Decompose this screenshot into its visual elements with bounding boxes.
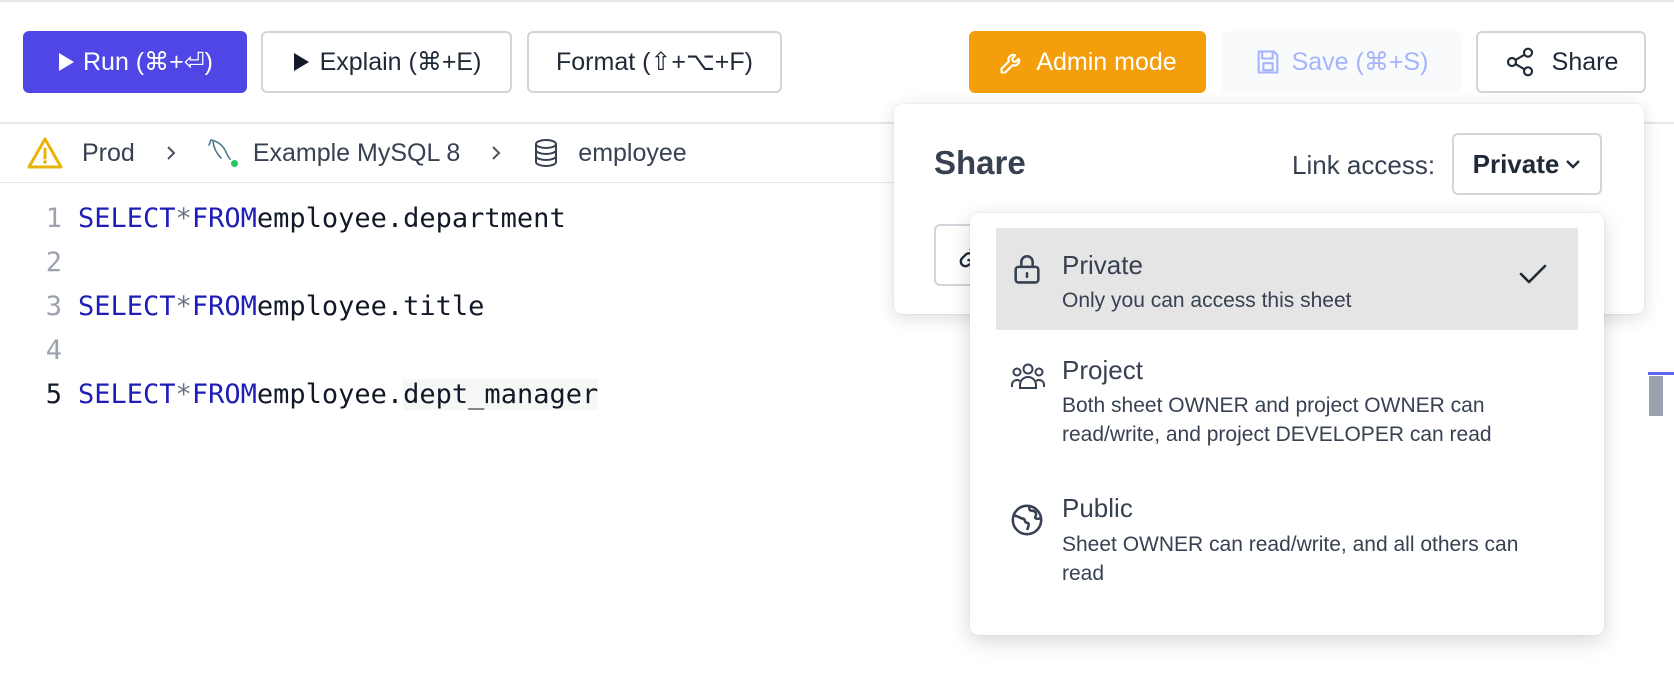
sql-keyword: SELECT: [78, 378, 176, 410]
breadcrumb-environment[interactable]: Prod: [26, 136, 135, 170]
option-description: Only you can access this sheet: [1062, 289, 1352, 312]
option-description-line: read: [1062, 562, 1105, 585]
explain-button-label: Explain (⌘+E): [319, 48, 482, 76]
save-icon: [1254, 48, 1282, 76]
scrollbar-thumb[interactable]: [1649, 376, 1663, 416]
link-access-select[interactable]: Private: [1452, 133, 1602, 195]
option-description-line: read/write, and project DEVELOPER can re…: [1062, 423, 1492, 446]
sql-operator: *: [175, 290, 192, 322]
code-line[interactable]: 1 SELECT * FROM employee.department: [0, 196, 566, 240]
share-button-label: Share: [1551, 47, 1619, 76]
run-button-label: Run (⌘+⏎): [82, 48, 213, 76]
line-number: 5: [45, 378, 62, 410]
link-access-value: Private: [1472, 148, 1560, 179]
line-number: 4: [45, 334, 62, 366]
play-icon: [57, 52, 75, 72]
code-line[interactable]: 3 SELECT * FROM employee.title: [0, 284, 485, 328]
option-description: Both sheet OWNER and project OWNER can r…: [1062, 391, 1562, 449]
sql-operator: *: [175, 202, 192, 234]
line-number: 2: [45, 246, 62, 278]
mysql-dolphin-icon: [207, 136, 240, 170]
breadcrumb-database[interactable]: employee: [532, 138, 687, 168]
warning-icon: [26, 136, 64, 170]
code-line[interactable]: 4: [0, 328, 78, 372]
globe-icon: [1010, 503, 1044, 542]
scroll-indicator-line: [1648, 372, 1674, 375]
sql-table-name: employee.: [256, 378, 404, 410]
breadcrumb-instance[interactable]: Example MySQL 8: [207, 136, 460, 170]
option-description-line: Sheet OWNER can read/write, and all othe…: [1062, 533, 1519, 556]
connection-status-dot: [228, 158, 240, 169]
sql-keyword: FROM: [191, 378, 257, 410]
access-option-private[interactable]: Private Only you can access this sheet: [996, 228, 1578, 330]
sql-table-name: employee.title: [256, 290, 485, 322]
sql-keyword: SELECT: [78, 290, 176, 322]
admin-mode-button[interactable]: Admin mode: [969, 31, 1206, 93]
option-title: Public: [1062, 493, 1133, 523]
instance-label: Example MySQL 8: [252, 138, 461, 167]
admin-mode-label: Admin mode: [1036, 47, 1177, 76]
save-button[interactable]: Save (⌘+S): [1221, 31, 1461, 93]
sql-keyword: FROM: [191, 290, 257, 322]
users-icon: [1010, 361, 1046, 398]
option-title: Project: [1062, 355, 1143, 385]
option-description: Sheet OWNER can read/write, and all othe…: [1062, 530, 1562, 588]
format-button-label: Format (⇧+⌥+F): [556, 48, 753, 76]
link-access-dropdown: Private Only you can access this sheet P…: [970, 213, 1604, 635]
code-line[interactable]: 2: [0, 240, 78, 284]
line-number: 1: [45, 202, 62, 234]
check-icon: [1518, 262, 1548, 291]
breadcrumb: Prod Example MySQL 8 employee: [26, 130, 687, 176]
database-label: employee: [578, 138, 687, 167]
play-icon: [292, 52, 310, 72]
editor-scroll-marker[interactable]: [1648, 372, 1674, 416]
database-icon: [532, 138, 560, 168]
breadcrumb-divider: [0, 182, 900, 183]
sql-table-name-highlight: dept_manager: [403, 378, 599, 410]
access-option-public[interactable]: Public Sheet OWNER can read/write, and a…: [996, 483, 1578, 613]
explain-button[interactable]: Explain (⌘+E): [261, 31, 512, 93]
chevron-down-icon: [1565, 158, 1581, 170]
save-button-label: Save (⌘+S): [1291, 48, 1429, 76]
sql-operator: *: [175, 378, 192, 410]
chevron-right-icon: [165, 144, 177, 162]
share-icon: [1504, 46, 1536, 78]
sql-keyword: FROM: [191, 202, 257, 234]
link-access-label: Link access:: [1292, 150, 1436, 180]
lock-icon: [1010, 252, 1044, 291]
top-border: [0, 0, 1674, 2]
access-option-project[interactable]: Project Both sheet OWNER and project OWN…: [996, 343, 1578, 461]
share-button[interactable]: Share: [1476, 31, 1646, 93]
sql-keyword: SELECT: [78, 202, 176, 234]
sql-editor-page: Run (⌘+⏎) Explain (⌘+E) Format (⇧+⌥+F) A…: [0, 0, 1674, 700]
chevron-right-icon: [490, 144, 502, 162]
run-button[interactable]: Run (⌘+⏎): [23, 31, 247, 93]
code-line-active[interactable]: 5 SELECT * FROM employee. dept_manager: [0, 372, 599, 416]
line-number: 3: [45, 290, 62, 322]
share-title: Share: [934, 144, 1026, 181]
format-button[interactable]: Format (⇧+⌥+F): [527, 31, 782, 93]
wrench-icon: [998, 48, 1026, 76]
sql-table-name: employee.department: [256, 202, 566, 234]
option-title: Private: [1062, 250, 1143, 280]
option-description-line: Both sheet OWNER and project OWNER can: [1062, 394, 1485, 417]
environment-label: Prod: [82, 138, 135, 167]
